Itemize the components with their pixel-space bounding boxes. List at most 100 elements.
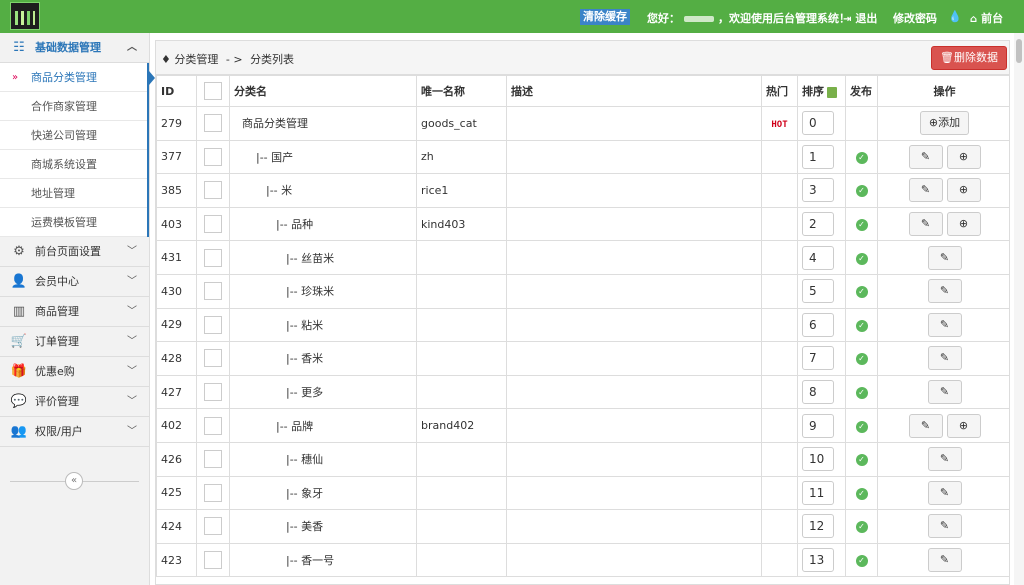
collapse-sidebar-button[interactable]: « [65, 472, 83, 490]
check-circle-icon[interactable]: ✓ [855, 151, 868, 164]
edit-button[interactable]: ✎ [908, 212, 943, 237]
sidebar-section-basic-data[interactable]: ☷ 基础数据管理 ︿ [0, 33, 149, 63]
table-row: 424 |-- 美香 12 ✓ ✎ [156, 509, 1009, 544]
row-checkbox[interactable] [196, 374, 230, 410]
sidebar-section-frontend[interactable]: ⚙ 前台页面设置 ﹀ [0, 237, 149, 267]
edit-button[interactable]: ✎ [927, 380, 962, 405]
cell-sort: 1 [797, 139, 846, 175]
add-child-button[interactable]: ⊕ [946, 144, 981, 169]
sidebar-item-express[interactable]: 快递公司管理 [0, 121, 147, 150]
front-link[interactable]: ⌂ 前台 [970, 10, 1003, 26]
edit-button[interactable]: ✎ [927, 312, 962, 337]
sort-icon[interactable] [827, 86, 837, 98]
sort-input[interactable]: 4 [802, 245, 834, 270]
clear-cache-button[interactable]: 清除缓存 [580, 9, 630, 25]
cell-name: |-- 象牙 [229, 475, 417, 511]
table-row: 425 |-- 象牙 11 ✓ ✎ [156, 475, 1009, 511]
edit-button[interactable]: ✎ [908, 413, 943, 438]
row-checkbox[interactable] [196, 240, 230, 275]
check-circle-icon[interactable]: ✓ [855, 353, 868, 366]
sidebar-section-members[interactable]: 👤 会员中心 ﹀ [0, 267, 149, 297]
row-checkbox[interactable] [196, 542, 230, 578]
drop-icon[interactable]: 💧 [948, 10, 962, 23]
check-circle-icon[interactable]: ✓ [855, 219, 868, 232]
cell-desc [506, 509, 762, 544]
sort-input[interactable]: 12 [802, 514, 834, 539]
row-checkbox[interactable] [196, 509, 230, 544]
scrollbar[interactable] [1014, 33, 1024, 585]
sort-input[interactable]: 3 [802, 178, 834, 203]
cell-desc [506, 106, 762, 141]
edit-button[interactable]: ✎ [927, 447, 962, 472]
row-checkbox[interactable] [196, 106, 230, 141]
check-circle-icon[interactable]: ✓ [855, 420, 868, 433]
sidebar-item-address[interactable]: 地址管理 [0, 179, 147, 208]
check-circle-icon[interactable]: ✓ [855, 387, 868, 400]
check-circle-icon[interactable]: ✓ [855, 454, 868, 467]
sort-input[interactable]: 9 [802, 413, 834, 438]
sort-input[interactable]: 10 [802, 447, 834, 472]
sort-input[interactable]: 13 [802, 548, 834, 573]
edit-button[interactable]: ✎ [908, 144, 943, 169]
cell-desc [506, 173, 762, 208]
check-circle-icon[interactable]: ✓ [855, 521, 868, 534]
breadcrumb-root[interactable]: 分类管理 [174, 53, 218, 66]
row-checkbox[interactable] [196, 408, 230, 443]
row-checkbox[interactable] [196, 307, 230, 343]
edit-button[interactable]: ✎ [927, 548, 962, 573]
row-checkbox[interactable] [196, 475, 230, 511]
logout-link[interactable]: ⇥ 退出 [843, 10, 877, 26]
edit-button[interactable]: ✎ [927, 346, 962, 371]
edit-button[interactable]: ✎ [927, 279, 962, 304]
check-circle-icon[interactable]: ✓ [855, 185, 868, 198]
check-circle-icon[interactable]: ✓ [855, 319, 868, 332]
table-row: 428 |-- 香米 7 ✓ ✎ [156, 341, 1009, 376]
sidebar-section-orders[interactable]: 🛒 订单管理 ﹀ [0, 327, 149, 357]
delete-data-button[interactable]: 🗑删除数据 [931, 46, 1007, 70]
cell-ops: ✎ ⊕ [877, 139, 1009, 175]
sidebar-item-partners[interactable]: 合作商家管理 [0, 92, 147, 121]
row-checkbox[interactable] [196, 139, 230, 175]
col-sort[interactable]: 排序 [797, 75, 846, 107]
sort-input[interactable]: 2 [802, 212, 834, 237]
check-circle-icon[interactable]: ✓ [855, 286, 868, 299]
sidebar-item-category[interactable]: » 商品分类管理 [0, 63, 155, 92]
sidebar-section-permissions[interactable]: 👥 权限/用户 ﹀ [0, 417, 149, 447]
row-checkbox[interactable] [196, 273, 230, 309]
row-checkbox[interactable] [196, 441, 230, 477]
edit-button[interactable]: ✎ [908, 178, 943, 203]
row-checkbox[interactable] [196, 173, 230, 208]
edit-button[interactable]: ✎ [927, 245, 962, 270]
select-all-checkbox[interactable] [196, 75, 230, 107]
sidebar-item-mall-settings[interactable]: 商城系统设置 [0, 150, 147, 179]
edit-button[interactable]: ✎ [927, 514, 962, 539]
change-password-link[interactable]: 修改密码 [893, 10, 937, 26]
check-circle-icon[interactable]: ✓ [855, 487, 868, 500]
row-checkbox[interactable] [196, 206, 230, 242]
row-checkbox[interactable] [196, 341, 230, 376]
edit-button[interactable]: ✎ [927, 480, 962, 505]
cell-name: |-- 丝苗米 [229, 240, 417, 275]
cell-publish: ✓ [845, 475, 878, 511]
check-circle-icon[interactable]: ✓ [855, 252, 868, 265]
add-child-button[interactable]: ⊕ [946, 413, 981, 438]
cell-id: 429 [156, 307, 197, 343]
sort-input[interactable]: 6 [802, 312, 834, 337]
add-child-button[interactable]: ⊕ [946, 178, 981, 203]
sidebar-section-goods[interactable]: ▥ 商品管理 ﹀ [0, 297, 149, 327]
add-child-button[interactable]: ⊕ [946, 212, 981, 237]
add-button[interactable]: ⊕添加 [919, 111, 970, 136]
sidebar-item-freight[interactable]: 运费模板管理 [0, 208, 147, 237]
sort-input[interactable]: 11 [802, 480, 834, 505]
sort-input[interactable]: 1 [802, 144, 834, 169]
sidebar-section-label: 基础数据管理 [35, 41, 101, 54]
diamond-icon: ♦ [161, 53, 171, 66]
sidebar-section-promo[interactable]: 🎁 优惠e购 ﹀ [0, 357, 149, 387]
check-circle-icon[interactable]: ✓ [855, 555, 868, 568]
cell-id: 385 [156, 173, 197, 208]
sort-input[interactable]: 5 [802, 279, 834, 304]
sidebar-section-reviews[interactable]: 💬 评价管理 ﹀ [0, 387, 149, 417]
sort-input[interactable]: 7 [802, 346, 834, 371]
sort-input[interactable]: 8 [802, 380, 834, 405]
sort-input[interactable]: 0 [802, 111, 834, 136]
